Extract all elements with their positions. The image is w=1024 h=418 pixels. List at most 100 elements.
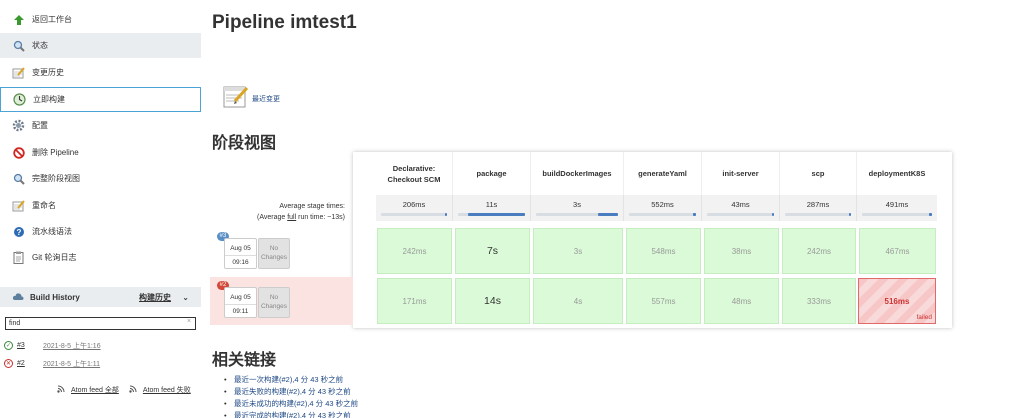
clipboard-icon — [12, 251, 25, 264]
avg-time-cell: 491ms — [857, 195, 937, 221]
run-row[interactable]: #2 Aug 05 09:11 No Changes — [210, 277, 353, 325]
atom-feed-all-link[interactable]: Atom feed 全部 — [71, 385, 119, 395]
stage-header: package — [453, 152, 531, 195]
avg-progress-bar — [862, 213, 932, 216]
sidebar-item-label: 删除 Pipeline — [32, 148, 79, 157]
run-date: Aug 05 09:11 — [224, 287, 257, 318]
stage-cell[interactable]: 333ms — [782, 278, 856, 324]
sidebar-item-label: 重命名 — [32, 201, 56, 210]
gear-icon — [12, 119, 25, 132]
build-date-link[interactable]: 2021-8-5 上午1:16 — [43, 341, 101, 351]
related-link[interactable]: 最近完成的构建(#2),4 分 43 秒之前 — [222, 410, 358, 418]
failed-cross-icon: ✕ — [4, 359, 13, 368]
run-row[interactable]: #3 Aug 05 09:16 No Changes — [210, 228, 353, 276]
success-check-icon: ✓ — [4, 341, 13, 350]
avg-time-cell: 206ms — [376, 195, 453, 221]
sidebar-item-changes[interactable]: 变更历史 — [0, 60, 201, 85]
avg-time: 287ms — [806, 200, 830, 209]
atom-feeds: Atom feed 全部 Atom feed 失败 — [57, 385, 191, 395]
stage-cell[interactable]: 4s — [533, 278, 623, 324]
stage-view-heading: 阶段视图 — [212, 135, 277, 152]
avg-time: 3s — [573, 200, 581, 209]
stage-cell[interactable]: 467ms — [859, 228, 936, 274]
chevron-down-icon[interactable]: ⌄ — [182, 293, 189, 302]
sidebar-item-back-to-dashboard[interactable]: 返回工作台 — [0, 7, 201, 32]
stage-cell[interactable]: 7s — [455, 228, 530, 274]
build-history-search-input[interactable]: find — [5, 317, 196, 330]
related-link[interactable]: 最近失败的构建(#2),4 分 43 秒之前 — [222, 386, 358, 398]
notepad-icon — [12, 199, 25, 212]
stage-cell-failed[interactable]: 516ms failed — [858, 278, 936, 324]
stage-cell[interactable]: 171ms — [377, 278, 452, 324]
stage-header: scp — [780, 152, 857, 195]
sidebar-item-label: 流水线语法 — [32, 227, 72, 236]
magnifier-icon — [12, 39, 25, 52]
stage-header: deploymentK8S — [868, 169, 926, 178]
sidebar: 返回工作台 状态 变更历史 立即构建 配置 删除 Pipeline 完整阶段视图… — [0, 0, 203, 418]
stage-header: buildDockerImages — [531, 152, 624, 195]
sidebar-item-pipeline-syntax[interactable]: ? 流水线语法 — [0, 219, 201, 244]
sidebar-item-label: 状态 — [32, 41, 48, 50]
avg-label-prefix: (Average — [256, 214, 288, 221]
build-number-link[interactable]: #2 — [17, 360, 43, 367]
full-run-time-link[interactable]: full — [287, 214, 296, 221]
run-changes: No Changes — [258, 238, 290, 269]
avg-time-cell: 11s — [453, 195, 531, 221]
stage-cell[interactable]: 14s — [455, 278, 530, 324]
stage-cell[interactable]: 242ms — [782, 228, 856, 274]
run-date-day: Aug 05 — [230, 245, 251, 252]
sidebar-item-label: 立即构建 — [33, 95, 65, 104]
stage-view: Declarative: Checkout SCM package buildD… — [210, 152, 952, 328]
build-history-header: Build History 构建历史 ⌄ — [0, 287, 201, 307]
clear-search-icon[interactable]: × — [187, 318, 191, 325]
sidebar-item-status[interactable]: 状态 — [0, 33, 201, 58]
atom-feed-failed-link[interactable]: Atom feed 失败 — [143, 385, 191, 395]
build-history-row[interactable]: ✕ #2 2021-8-5 上午1:11 — [0, 355, 201, 372]
build-date-link[interactable]: 2021-8-5 上午1:11 — [43, 359, 100, 369]
related-links-list: 最近一次构建(#2),4 分 43 秒之前 最近失败的构建(#2),4 分 43… — [222, 374, 358, 418]
stage-cell[interactable]: 3s — [533, 228, 623, 274]
stage-cell[interactable]: 548ms — [626, 228, 701, 274]
sidebar-item-build-now[interactable]: 立即构建 — [0, 87, 201, 112]
stage-cell[interactable]: 48ms — [704, 278, 779, 324]
build-history-row[interactable]: ✓ #3 2021-8-5 上午1:16 — [0, 337, 201, 354]
stage-cell[interactable]: 557ms — [626, 278, 701, 324]
avg-time: 43ms — [731, 200, 750, 209]
avg-time-cell: 3s — [531, 195, 624, 221]
sidebar-item-git-polling-log[interactable]: Git 轮询日志 — [0, 245, 201, 270]
sidebar-item-full-stage-view[interactable]: 完整阶段视图 — [0, 166, 201, 191]
recent-changes[interactable]: 最近变更 — [222, 83, 280, 110]
sidebar-item-label: 完整阶段视图 — [32, 174, 80, 183]
avg-label-line2: (Average full run time: ~13s) — [210, 212, 345, 223]
sidebar-item-delete-pipeline[interactable]: 删除 Pipeline — [0, 140, 201, 165]
avg-time-cell: 43ms — [702, 195, 780, 221]
run-changes: No Changes — [258, 287, 290, 318]
avg-progress-bar — [536, 213, 618, 216]
avg-label-suffix: run time: ~13s) — [296, 214, 345, 221]
up-arrow-icon — [12, 13, 25, 26]
recent-changes-link[interactable]: 最近变更 — [252, 94, 280, 104]
notepad-icon — [12, 66, 25, 79]
avg-time: 552ms — [651, 200, 674, 209]
related-link[interactable]: 最近一次构建(#2),4 分 43 秒之前 — [222, 374, 358, 386]
build-clock-icon — [13, 93, 26, 106]
sidebar-item-configure[interactable]: 配置 — [0, 113, 201, 138]
jenkins-pipeline-page: 返回工作台 状态 变更历史 立即构建 配置 删除 Pipeline 完整阶段视图… — [0, 0, 1024, 418]
stage-cell[interactable]: 38ms — [704, 228, 779, 274]
avg-progress-fill — [772, 213, 774, 216]
avg-time: 491ms — [885, 200, 909, 209]
sidebar-item-rename[interactable]: 重命名 — [0, 193, 201, 218]
avg-progress-fill — [445, 213, 447, 216]
cloud-weather-icon — [12, 292, 24, 302]
build-number-link[interactable]: #3 — [17, 342, 43, 349]
stage-cell[interactable]: 242ms — [377, 228, 452, 274]
avg-progress-fill — [468, 213, 525, 216]
build-history-trend-link[interactable]: 构建历史 — [139, 292, 171, 303]
sidebar-item-label: 配置 — [32, 121, 48, 130]
run-date-time: 09:11 — [225, 304, 256, 318]
related-link[interactable]: 最近未成功的构建(#2),4 分 43 秒之前 — [222, 398, 358, 410]
avg-time: 11s — [485, 200, 498, 209]
related-links-heading: 相关链接 — [212, 352, 277, 369]
avg-label-line1: Average stage times: — [279, 203, 345, 210]
build-history-title: Build History — [30, 292, 80, 302]
